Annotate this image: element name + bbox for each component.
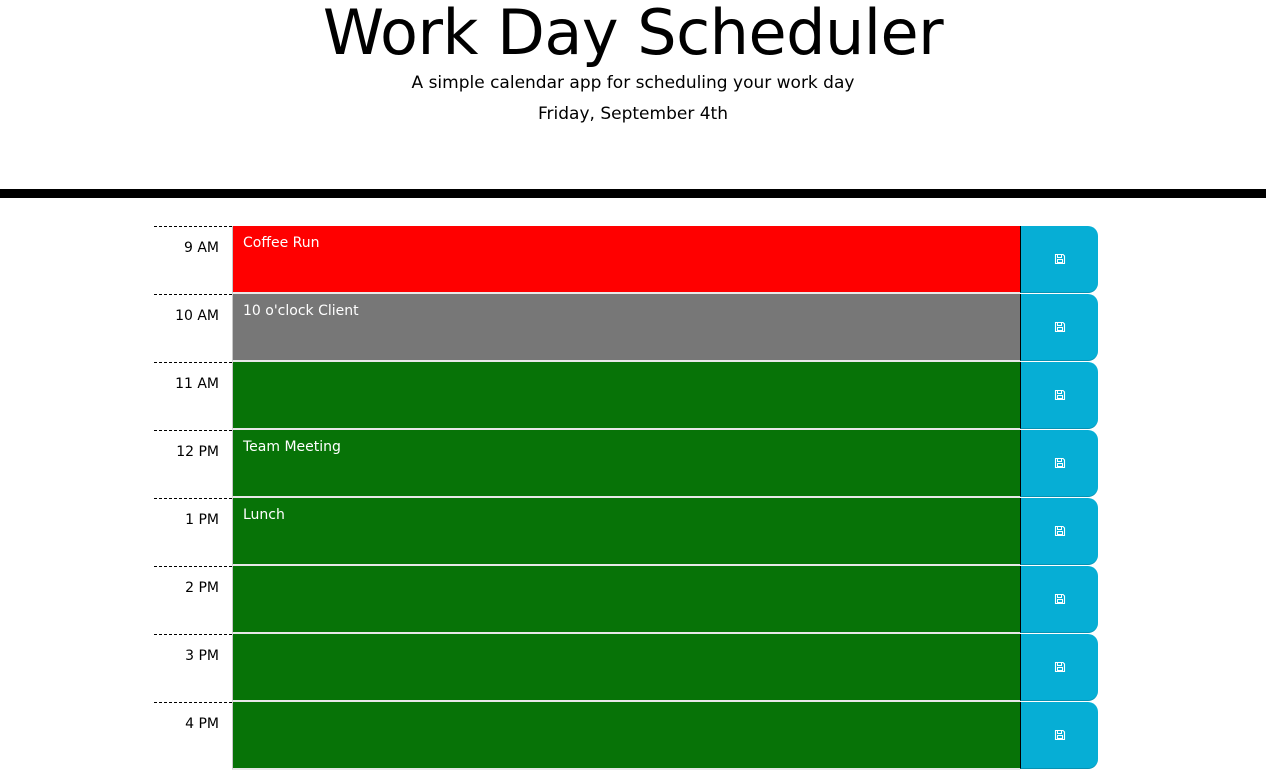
hour-label: 9 AM [154,226,232,294]
save-icon [1054,457,1066,469]
hour-label: 12 PM [154,430,232,498]
save-icon [1054,321,1066,333]
time-block: 3 PM [154,634,1098,702]
time-block: 2 PM [154,566,1098,634]
hour-label: 10 AM [154,294,232,362]
time-block: 9 AM Coffee Run [154,226,1098,294]
event-description[interactable] [232,362,1020,430]
event-description[interactable]: Lunch [232,498,1020,566]
hour-label: 2 PM [154,566,232,634]
hour-label: 11 AM [154,362,232,430]
save-button[interactable] [1020,566,1098,633]
page-title: Work Day Scheduler [322,0,944,69]
current-day: Friday, September 4th [538,104,728,124]
event-description[interactable] [232,634,1020,702]
event-description[interactable]: Coffee Run [232,226,1020,294]
save-button[interactable] [1020,498,1098,565]
save-button[interactable] [1020,702,1098,769]
header: Work Day Scheduler A simple calendar app… [0,0,1266,198]
save-icon [1054,525,1066,537]
event-description[interactable] [232,702,1020,770]
time-block: 12 PM Team Meeting [154,430,1098,498]
hour-label: 1 PM [154,498,232,566]
event-description[interactable]: Team Meeting [232,430,1020,498]
time-block: 1 PM Lunch [154,498,1098,566]
save-button[interactable] [1020,430,1098,497]
time-block: 10 AM 10 o'clock Client [154,294,1098,362]
save-button[interactable] [1020,634,1098,701]
save-button[interactable] [1020,294,1098,361]
save-icon [1054,593,1066,605]
time-block: 11 AM [154,362,1098,430]
hour-label: 3 PM [154,634,232,702]
header-divider [0,189,1266,198]
save-button[interactable] [1020,226,1098,293]
page-subtitle: A simple calendar app for scheduling you… [411,73,855,93]
save-button[interactable] [1020,362,1098,429]
save-icon [1054,253,1066,265]
hour-label: 4 PM [154,702,232,770]
event-description[interactable] [232,566,1020,634]
save-icon [1054,389,1066,401]
save-icon [1054,729,1066,741]
save-icon [1054,661,1066,673]
schedule-container: 9 AM Coffee Run 10 AM 10 o'clock Client … [154,226,1098,770]
time-block: 4 PM [154,702,1098,770]
event-description[interactable]: 10 o'clock Client [232,294,1020,362]
